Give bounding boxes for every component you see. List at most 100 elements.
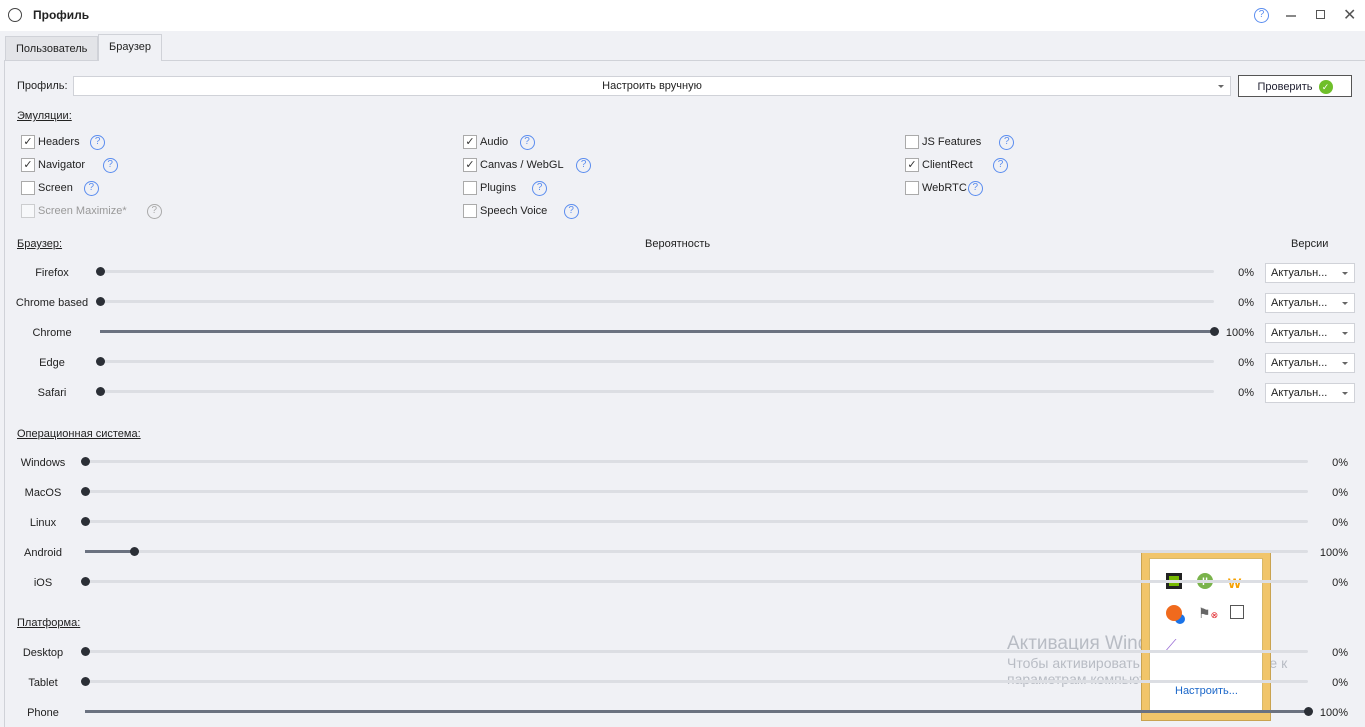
tab-user[interactable]: Пользователь (5, 36, 99, 61)
browser-slider[interactable] (96, 387, 1214, 396)
help-icon[interactable]: ? (519, 135, 535, 150)
os-slider[interactable] (81, 457, 1308, 466)
network-icon[interactable] (1230, 605, 1244, 619)
slider-fill (85, 710, 1308, 713)
version-select[interactable]: Актуальн... (1265, 353, 1355, 373)
platform-label: Desktop (22, 647, 64, 659)
restore-button[interactable] (1316, 10, 1325, 19)
slider-handle[interactable] (129, 547, 139, 556)
platform-percent: 100% (1319, 707, 1348, 719)
checkbox-screen-maximize-[interactable] (21, 204, 35, 218)
platform-label: Phone (27, 707, 59, 719)
app-orange-icon[interactable] (1166, 605, 1182, 621)
checkbox-label[interactable]: Plugins (480, 182, 516, 194)
os-percent: 100% (1319, 547, 1348, 559)
os-percent: 0% (1332, 577, 1348, 589)
tab-browser[interactable]: Браузер (98, 34, 162, 61)
browser-label: Firefox (35, 267, 69, 279)
checkbox-label[interactable]: JS Features (922, 136, 981, 148)
checkbox-speech-voice[interactable] (463, 204, 477, 218)
version-select[interactable]: Актуальн... (1265, 293, 1355, 313)
slider-handle[interactable] (96, 297, 105, 306)
platform-slider[interactable] (81, 647, 1308, 656)
os-slider[interactable] (85, 547, 1308, 556)
checkbox-screen[interactable] (21, 181, 35, 195)
help-icon[interactable]: ? (967, 181, 983, 196)
platform-percent: 0% (1332, 647, 1348, 659)
browser-slider[interactable] (96, 357, 1214, 366)
checkbox-label[interactable]: Speech Voice (480, 205, 547, 217)
os-label: Android (24, 547, 62, 559)
flag-error-icon[interactable]: ⚑⊗ (1198, 605, 1218, 622)
browser-percent: 0% (1238, 297, 1254, 309)
slider-handle[interactable] (81, 577, 90, 586)
slider-handle[interactable] (81, 457, 90, 466)
checkbox-label[interactable]: Headers (38, 136, 80, 148)
os-percent: 0% (1332, 487, 1348, 499)
slider-handle[interactable] (96, 267, 105, 276)
versions-header: Версии (1291, 238, 1329, 250)
close-button[interactable]: ✕ (1343, 5, 1356, 25)
checkbox-navigator[interactable]: ✓ (21, 158, 35, 172)
os-slider[interactable] (81, 577, 1308, 586)
slider-handle[interactable] (81, 487, 90, 496)
help-icon[interactable]: ? (563, 204, 579, 219)
checkbox-canvas-webgl[interactable]: ✓ (463, 158, 477, 172)
slider-handle[interactable] (81, 647, 90, 656)
os-slider[interactable] (81, 517, 1308, 526)
platform-slider[interactable] (85, 707, 1313, 716)
checkbox-label[interactable]: Navigator (38, 159, 85, 171)
checkbox-label[interactable]: WebRTC (922, 182, 967, 194)
slider-handle[interactable] (96, 357, 105, 366)
checkbox-label[interactable]: Screen (38, 182, 73, 194)
version-select[interactable]: Актуальн... (1265, 383, 1355, 403)
checkbox-label[interactable]: ClientRect (922, 159, 973, 171)
help-icon[interactable]: ? (102, 158, 118, 173)
slider-handle[interactable] (81, 677, 90, 686)
tray-customize-link[interactable]: Настроить... (1175, 685, 1238, 697)
checkbox-label[interactable]: Screen Maximize* (38, 205, 127, 217)
version-select-value: Актуальн... (1271, 327, 1328, 339)
help-icon[interactable]: ? (90, 135, 106, 150)
tray-overflow-popup: µ W ⚑⊗ ⟋ Настроить... (1141, 550, 1271, 721)
slider-handle[interactable] (96, 387, 105, 396)
slider-handle[interactable] (81, 517, 90, 526)
checkbox-label[interactable]: Canvas / WebGL (480, 159, 564, 171)
os-label: Linux (29, 517, 57, 529)
help-icon[interactable]: ? (146, 204, 162, 219)
browser-slider[interactable] (100, 327, 1219, 336)
browser-slider[interactable] (96, 267, 1214, 276)
os-slider[interactable] (81, 487, 1308, 496)
help-icon[interactable]: ? (1254, 8, 1269, 23)
minimize-button[interactable] (1286, 15, 1296, 17)
checkbox-webrtc[interactable] (905, 181, 919, 195)
checkbox-audio[interactable]: ✓ (463, 135, 477, 149)
help-icon[interactable]: ? (83, 181, 99, 196)
help-icon[interactable]: ? (993, 158, 1008, 173)
checkbox-js-features[interactable] (905, 135, 919, 149)
platform-header: Платформа: (17, 617, 81, 629)
title-bar: Профиль ? ✕ (0, 0, 1365, 31)
version-select[interactable]: Актуальн... (1265, 323, 1355, 343)
version-select-value: Актуальн... (1271, 357, 1328, 369)
browser-header: Браузер: (17, 238, 63, 250)
winamp-icon[interactable]: W (1228, 575, 1241, 591)
checkbox-clientrect[interactable]: ✓ (905, 158, 919, 172)
help-icon[interactable]: ? (532, 181, 548, 196)
os-label: MacOS (24, 487, 62, 499)
browser-percent: 0% (1238, 267, 1254, 279)
platform-slider[interactable] (81, 677, 1308, 686)
browser-percent: 100% (1225, 327, 1254, 339)
os-label: iOS (33, 577, 53, 589)
checkbox-headers[interactable]: ✓ (21, 135, 35, 149)
os-percent: 0% (1332, 457, 1348, 469)
version-select-value: Актуальн... (1271, 267, 1328, 279)
profile-label: Профиль: (17, 80, 68, 92)
checkbox-label[interactable]: Audio (480, 136, 508, 148)
version-select[interactable]: Актуальн... (1265, 263, 1355, 283)
check-button[interactable]: Проверить ✓ (1238, 75, 1352, 97)
platform-label: Tablet (28, 677, 58, 689)
profile-select[interactable]: Настроить вручную (73, 76, 1231, 96)
checkbox-plugins[interactable] (463, 181, 477, 195)
browser-slider[interactable] (96, 297, 1214, 306)
